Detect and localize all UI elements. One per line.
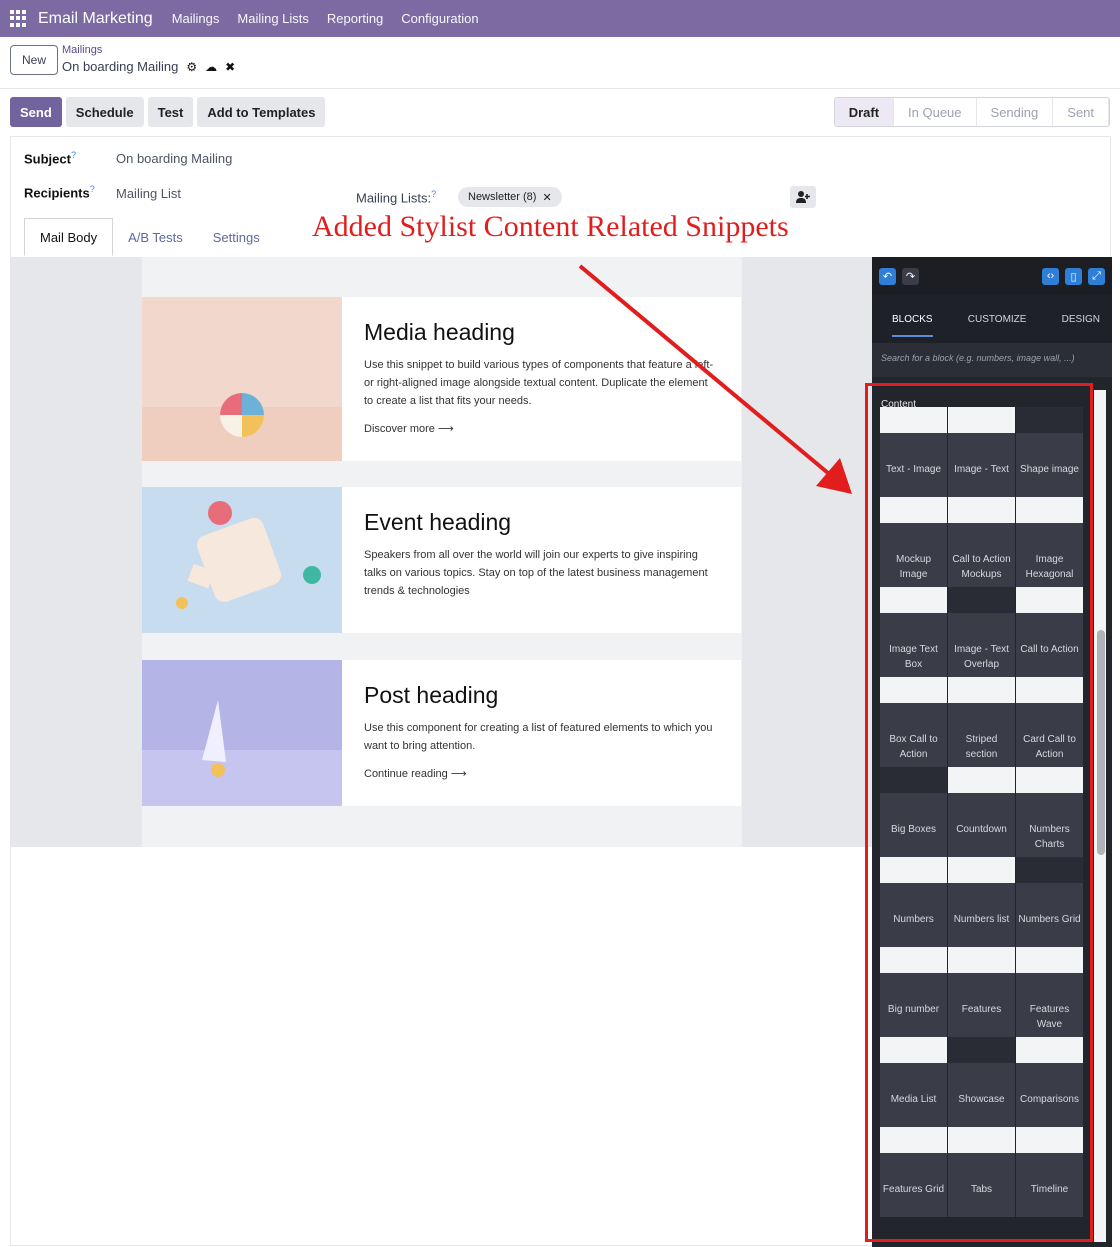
- fullscreen-icon[interactable]: ⤢: [1088, 267, 1105, 285]
- block-search-input[interactable]: Search for a block (e.g. numbers, image …: [872, 343, 1112, 377]
- redo-icon[interactable]: ↷: [902, 267, 919, 285]
- tab-blocks[interactable]: BLOCKS: [892, 314, 933, 337]
- code-view-icon[interactable]: ‹›: [1042, 267, 1059, 285]
- sidebar-tabs: BLOCKS CUSTOMIZE DESIGN: [872, 295, 1112, 343]
- tab-design[interactable]: DESIGN: [1062, 314, 1100, 325]
- sidebar-scrollbar-thumb[interactable]: [1097, 630, 1105, 855]
- sidebar-toolbar: ↶ ↷ ‹› ▯ ⤢: [872, 257, 1112, 295]
- highlight-box: [865, 383, 1093, 1242]
- tab-customize[interactable]: CUSTOMIZE: [968, 314, 1027, 325]
- undo-icon[interactable]: ↶: [879, 267, 896, 285]
- mobile-preview-icon[interactable]: ▯: [1065, 267, 1082, 285]
